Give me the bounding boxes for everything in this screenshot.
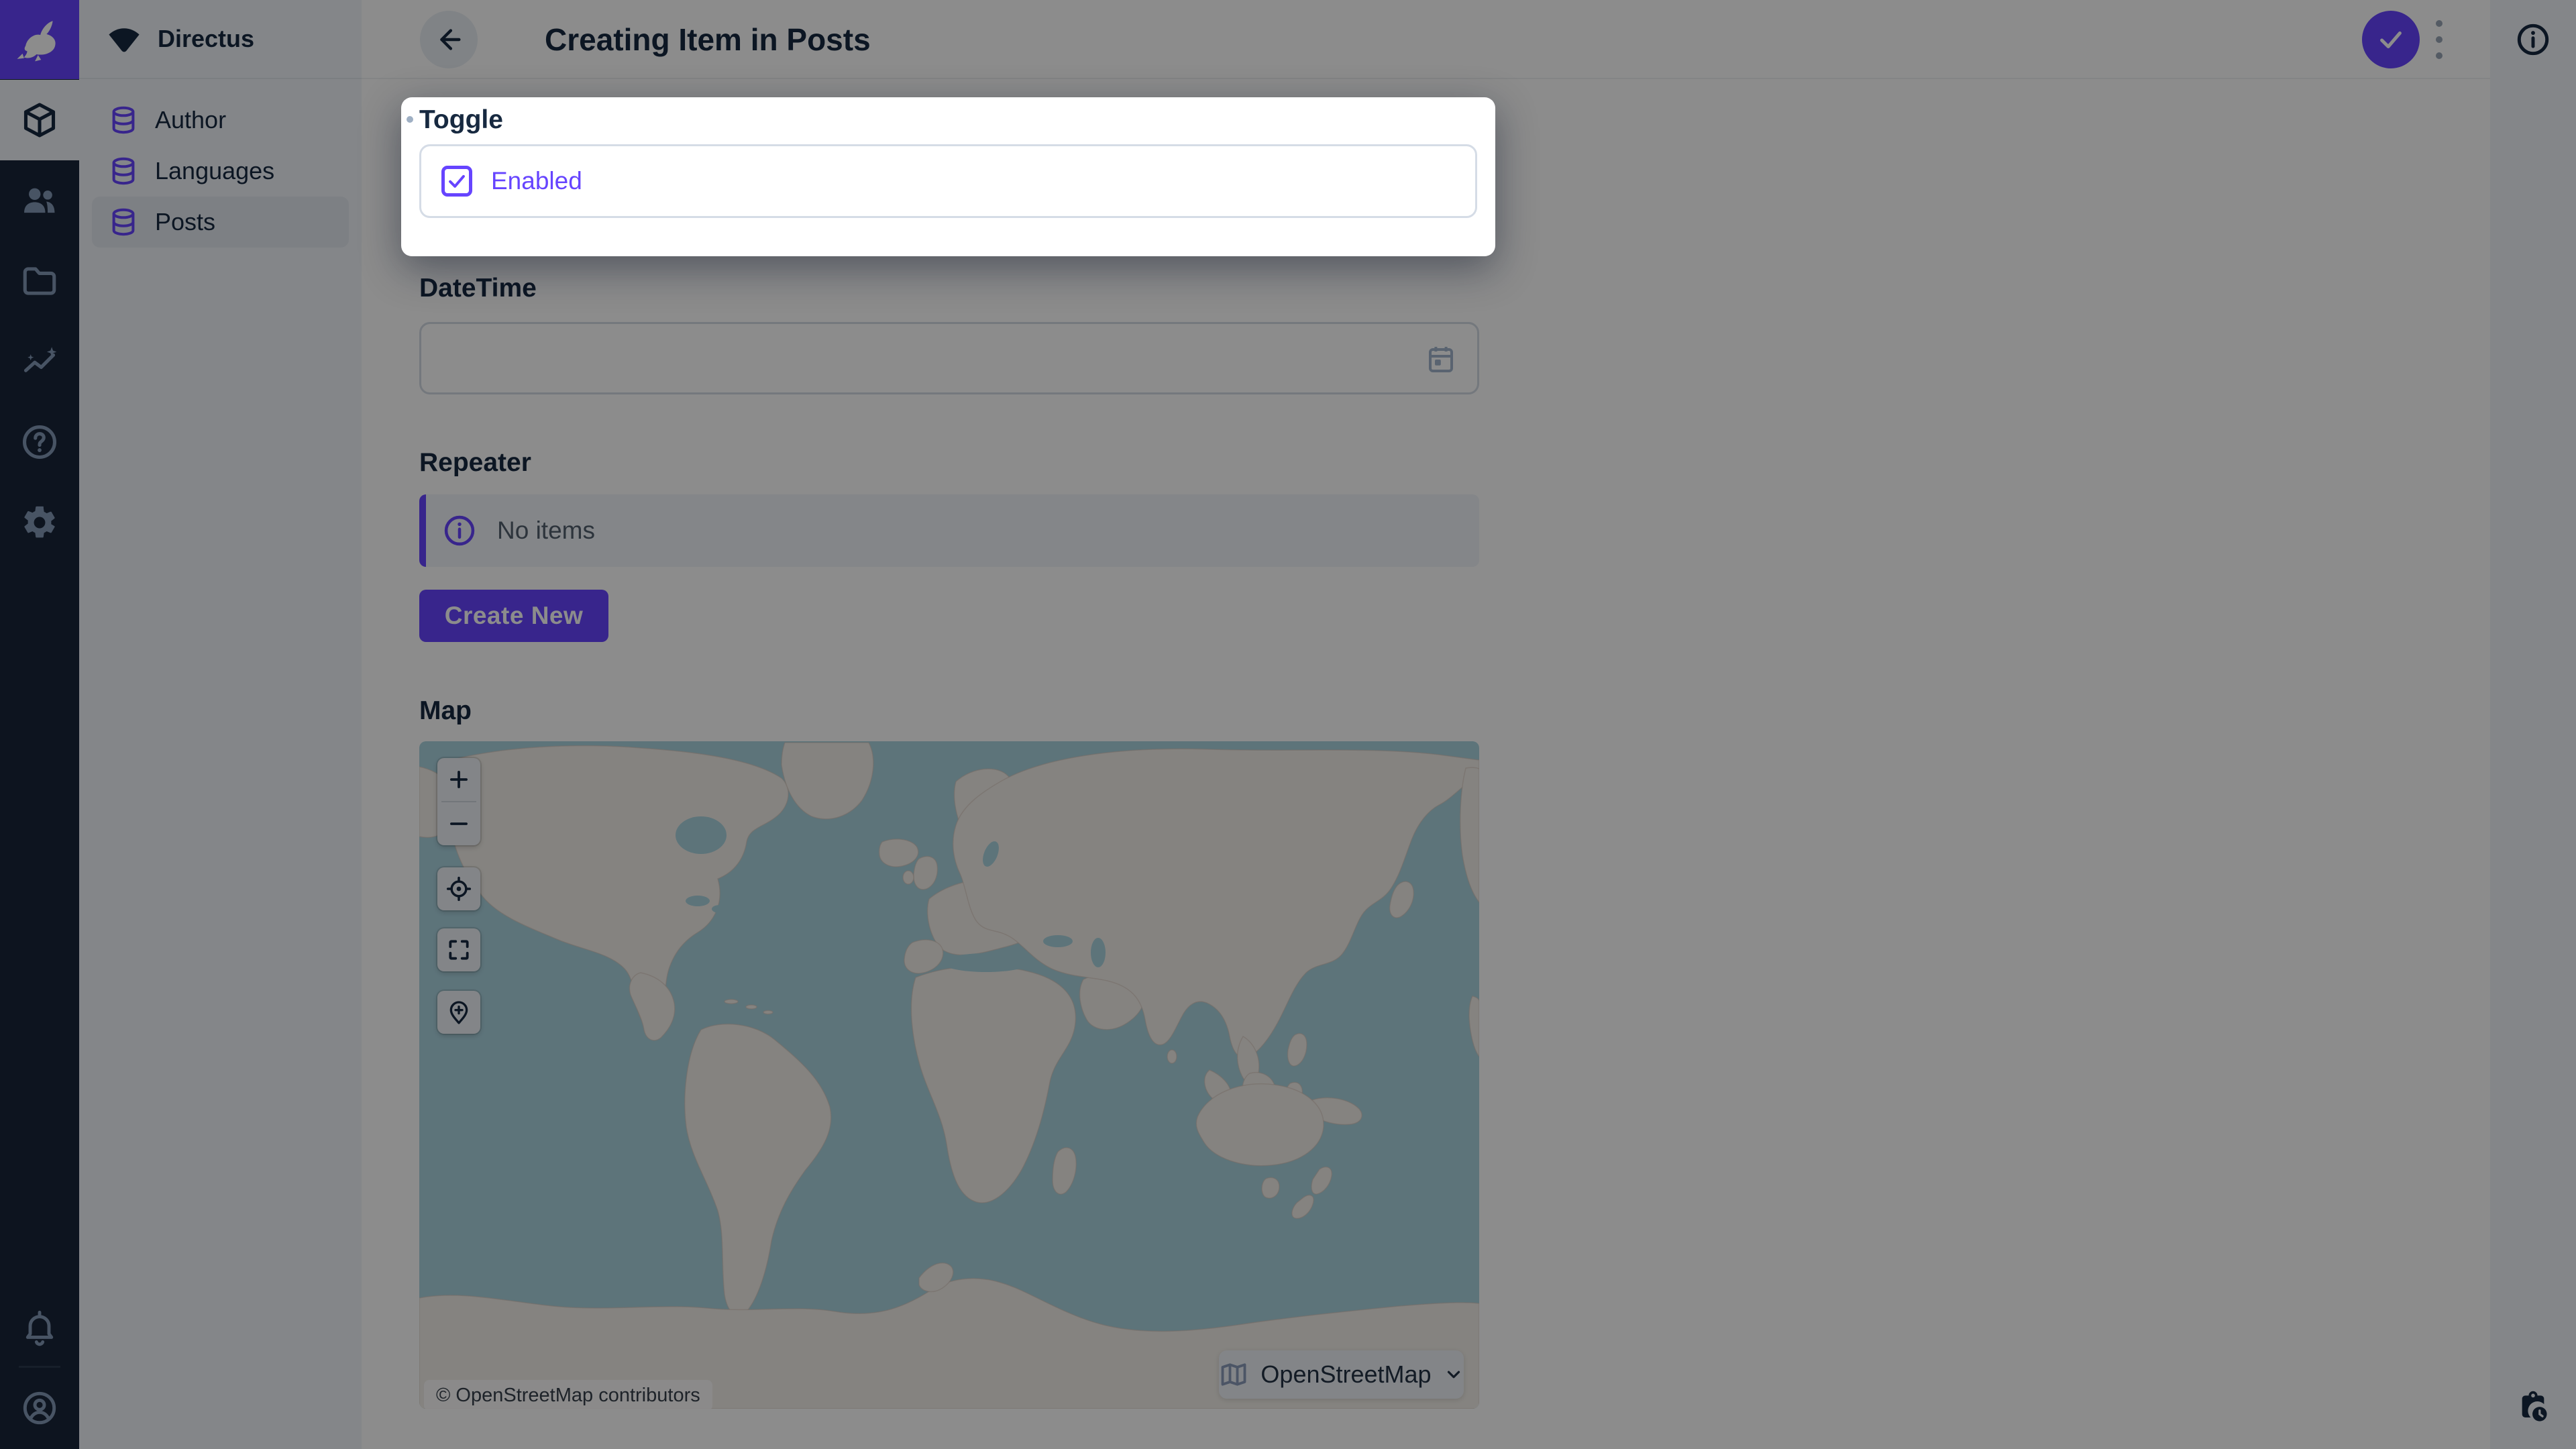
toggle-field-card: Toggle Enabled: [401, 97, 1495, 256]
toggle-field-label: Toggle: [419, 105, 503, 135]
checkmark-icon: [445, 170, 468, 193]
enabled-checkbox[interactable]: [441, 166, 472, 197]
enabled-checkbox-label: Enabled: [491, 167, 582, 195]
toggle-input[interactable]: Enabled: [419, 144, 1477, 218]
app-screen: Directus Author Languages Posts: [0, 0, 2576, 1449]
edited-indicator-dot: [407, 116, 413, 123]
